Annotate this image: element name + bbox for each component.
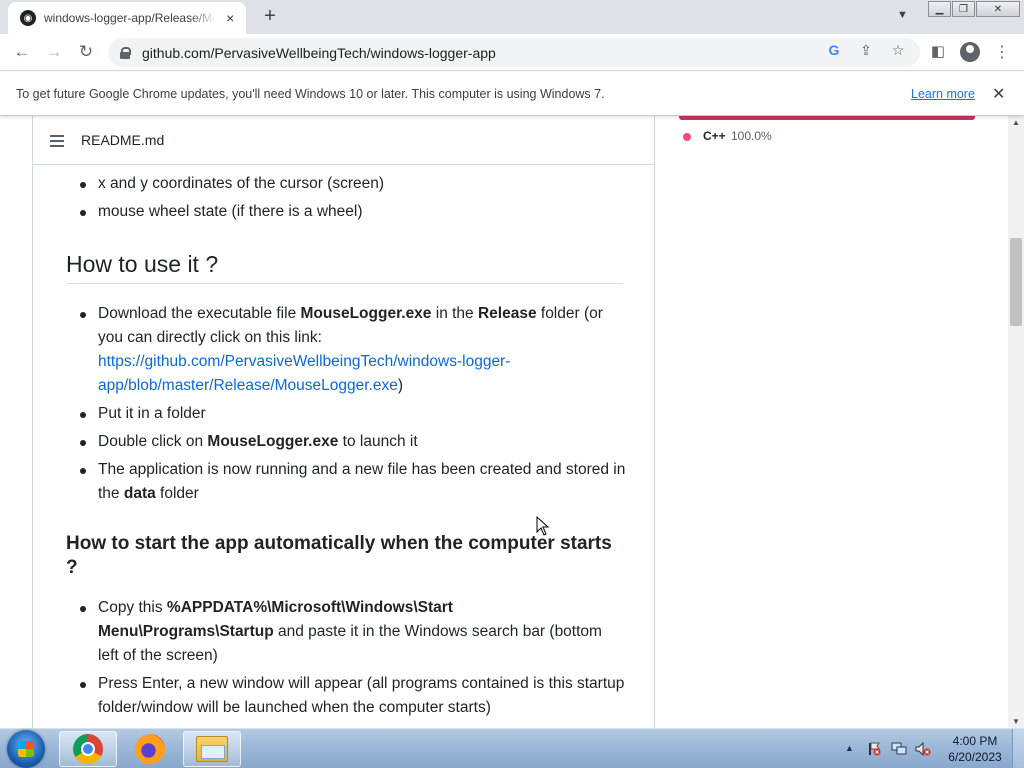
mouse-cursor-icon bbox=[536, 516, 550, 536]
readme-filename: README.md bbox=[81, 132, 165, 148]
tab-search-icon[interactable]: ▼ bbox=[897, 9, 908, 21]
star-icon[interactable]: ☆ bbox=[889, 42, 907, 59]
update-infobar: To get future Google Chrome updates, you… bbox=[0, 72, 1024, 116]
clock-time: 4:00 PM bbox=[952, 734, 998, 748]
close-window-button[interactable]: ✕ bbox=[976, 1, 1020, 17]
side-panel-icon[interactable]: ◧ bbox=[929, 42, 947, 60]
heading-how-to-use: How to use it ? bbox=[66, 249, 623, 284]
usage-steps-list: Download the executable file MouseLogger… bbox=[66, 302, 626, 510]
profile-icon[interactable] bbox=[960, 42, 980, 62]
google-lens-icon[interactable]: G bbox=[825, 42, 843, 58]
forward-icon[interactable]: → bbox=[42, 41, 66, 65]
scroll-thumb[interactable] bbox=[1010, 238, 1022, 326]
list-item: mouse wheel state (if there is a wheel) bbox=[66, 200, 626, 224]
tab-close-icon[interactable]: × bbox=[222, 10, 238, 26]
startup-steps-list: Copy this %APPDATA%\Microsoft\Windows\St… bbox=[66, 596, 626, 724]
action-center-icon[interactable] bbox=[866, 742, 882, 756]
show-hidden-icons-icon[interactable]: ▲ bbox=[845, 743, 854, 753]
show-desktop-button[interactable] bbox=[1012, 729, 1024, 768]
list-item: The application is now running and a new… bbox=[66, 458, 626, 506]
back-icon[interactable]: ← bbox=[10, 41, 34, 65]
folder-icon bbox=[196, 736, 228, 762]
list-item: Press Enter, a new window will appear (a… bbox=[66, 672, 626, 720]
scroll-down-arrow-icon[interactable]: ▼ bbox=[1008, 717, 1024, 726]
windows-taskbar: ▲ 4:00 PM 6/20/2023 bbox=[0, 728, 1024, 768]
features-list: x and y coordinates of the cursor (scree… bbox=[66, 172, 626, 228]
list-item: Double click on MouseLogger.exe to launc… bbox=[66, 430, 626, 454]
address-bar[interactable]: github.com/PervasiveWellbeingTech/window… bbox=[108, 38, 920, 67]
heading-auto-start: How to start the app automatically when … bbox=[66, 533, 612, 578]
readme-box: README.md x and y coordinates of the cur… bbox=[32, 116, 655, 728]
scroll-up-arrow-icon[interactable]: ▲ bbox=[1008, 118, 1024, 127]
chrome-icon bbox=[73, 734, 103, 764]
outline-icon[interactable] bbox=[50, 135, 64, 147]
restore-button[interactable]: ❐ bbox=[952, 1, 975, 17]
new-tab-button[interactable]: + bbox=[259, 6, 281, 28]
infobar-message: To get future Google Chrome updates, you… bbox=[16, 86, 605, 101]
page-viewport: README.md x and y coordinates of the cur… bbox=[0, 116, 1008, 728]
language-bar bbox=[679, 116, 975, 120]
browser-toolbar: ← → ↻ github.com/PervasiveWellbeingTech/… bbox=[0, 34, 1024, 71]
minimize-button[interactable]: ▁ bbox=[928, 1, 951, 17]
page-scrollbar[interactable]: ▲ ▼ bbox=[1008, 116, 1024, 728]
reload-icon[interactable]: ↻ bbox=[74, 41, 98, 65]
tab-strip: ◉ windows-logger-app/Release/MouseLogger… bbox=[0, 0, 1024, 34]
menu-icon[interactable]: ⋮ bbox=[994, 42, 1010, 62]
firefox-icon bbox=[135, 734, 165, 764]
language-color-dot bbox=[683, 133, 691, 141]
infobar-close-icon[interactable]: ✕ bbox=[992, 84, 1005, 104]
repo-sidebar: C++ 100.0% bbox=[655, 116, 1008, 728]
lock-icon[interactable] bbox=[120, 46, 131, 59]
tab-title: windows-logger-app/Release/MouseLogger.e… bbox=[44, 11, 217, 25]
start-button[interactable] bbox=[7, 730, 45, 768]
taskbar-explorer[interactable] bbox=[183, 731, 241, 767]
system-clock[interactable]: 4:00 PM 6/20/2023 bbox=[940, 733, 1010, 765]
url-text[interactable]: github.com/PervasiveWellbeingTech/window… bbox=[142, 45, 496, 61]
readme-header: README.md bbox=[33, 116, 654, 165]
volume-muted-icon[interactable] bbox=[915, 742, 931, 756]
browser-tab[interactable]: ◉ windows-logger-app/Release/MouseLogger… bbox=[8, 2, 246, 34]
language-name[interactable]: C++ bbox=[703, 129, 726, 143]
network-icon[interactable] bbox=[891, 742, 907, 756]
clock-date: 6/20/2023 bbox=[948, 750, 1002, 764]
list-item: Download the executable file MouseLogger… bbox=[66, 302, 626, 398]
learn-more-link[interactable]: Learn more bbox=[911, 87, 975, 101]
share-icon[interactable]: ⇪ bbox=[857, 42, 875, 59]
list-item: Copy this %APPDATA%\Microsoft\Windows\St… bbox=[66, 596, 626, 668]
taskbar-chrome[interactable] bbox=[59, 731, 117, 767]
mouselogger-download-link[interactable]: https://github.com/PervasiveWellbeingTec… bbox=[98, 353, 510, 394]
github-icon: ◉ bbox=[20, 10, 36, 26]
list-item: Put it in a folder bbox=[66, 402, 626, 426]
taskbar-firefox[interactable] bbox=[121, 731, 179, 767]
list-item: x and y coordinates of the cursor (scree… bbox=[66, 172, 626, 196]
language-percent: 100.0% bbox=[731, 129, 772, 143]
